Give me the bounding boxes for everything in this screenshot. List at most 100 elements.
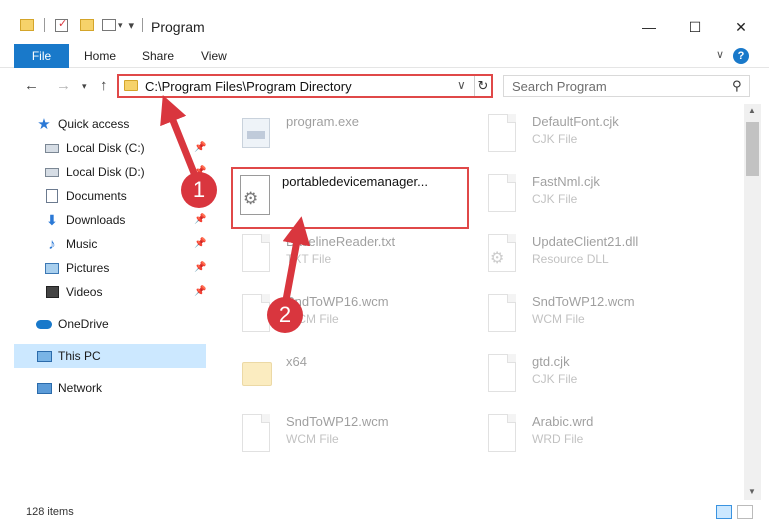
file-item[interactable]: gtd.cjk CJK File <box>476 348 716 400</box>
details-view-icon[interactable] <box>716 505 732 519</box>
sidebar-item-local-disk-c[interactable]: Local Disk (C:) 📌 <box>44 136 206 160</box>
cloud-icon <box>36 316 52 332</box>
folder-icon[interactable] <box>20 19 34 31</box>
file-name: SndToWP12.wcm <box>286 414 389 429</box>
sidebar-item-label: Downloads <box>66 213 126 227</box>
pin-icon[interactable]: 📌 <box>194 142 206 153</box>
scroll-up-icon[interactable]: ▲ <box>748 106 756 115</box>
sidebar-item-label: Local Disk (C:) <box>66 141 145 155</box>
close-button[interactable]: ✕ <box>718 12 764 42</box>
file-item[interactable]: ⚙ UpdateClient21.dll Resource DLL <box>476 228 716 280</box>
pin-icon[interactable]: 📌 <box>194 238 206 249</box>
up-arrow-icon[interactable]: ↑ <box>100 77 108 94</box>
address-bar[interactable]: C:\Program Files\Program Directory ∨ ↻ <box>117 74 493 98</box>
file-type: TXT File <box>286 252 332 266</box>
toolbar-separator <box>142 18 144 32</box>
chevron-down-icon[interactable]: ∨ <box>457 78 466 92</box>
help-button[interactable]: ? <box>733 48 749 64</box>
pin-icon[interactable]: 📌 <box>194 262 206 273</box>
file-name: gtd.cjk <box>532 354 570 369</box>
file-item[interactable]: BaselineReader.txt TXT File <box>230 228 470 280</box>
file-icon <box>238 412 272 456</box>
tab-view[interactable]: View <box>201 44 227 68</box>
file-icon <box>484 412 518 456</box>
tab-home[interactable]: Home <box>84 44 116 68</box>
scrollbar-thumb[interactable] <box>746 122 759 176</box>
refresh-icon[interactable]: ↻ <box>474 76 491 96</box>
drive-icon <box>44 164 60 180</box>
chevron-down-icon[interactable]: ▾ <box>118 20 123 31</box>
file-type: CJK File <box>532 372 578 386</box>
sidebar-item-quick-access[interactable]: ★ Quick access <box>36 112 228 136</box>
highlighted-file-item[interactable]: ⚙ portabledevicemanager... <box>231 167 469 229</box>
sidebar-item-music[interactable]: ♪ Music 📌 <box>44 232 206 256</box>
file-item[interactable]: SndToWP16.wcm WCM File <box>230 288 470 340</box>
new-folder-icon[interactable] <box>80 19 94 31</box>
properties-icon[interactable]: ✓ <box>55 18 68 32</box>
minimize-button[interactable]: — <box>626 12 672 42</box>
file-icon <box>484 172 518 216</box>
tab-file[interactable]: File <box>14 44 69 68</box>
sidebar-item-videos[interactable]: Videos 📌 <box>44 280 206 304</box>
vertical-scrollbar[interactable]: ▲ ▼ <box>744 104 761 500</box>
search-input[interactable] <box>512 79 722 94</box>
file-icon <box>484 352 518 396</box>
star-icon: ★ <box>37 116 51 133</box>
forward-arrow-icon[interactable]: → <box>56 77 71 94</box>
file-type: WCM File <box>532 312 585 326</box>
file-type: WCM File <box>286 432 339 446</box>
tab-share[interactable]: Share <box>142 44 174 68</box>
large-icons-view-icon[interactable] <box>737 505 753 519</box>
file-item[interactable]: program.exe <box>230 108 470 160</box>
dropdown-arrow-icon[interactable]: ▾ <box>129 19 135 32</box>
file-name: DefaultFont.cjk <box>532 114 619 129</box>
step-badge-2: 2 <box>267 297 303 333</box>
chevron-down-icon[interactable]: ∨ <box>716 48 724 61</box>
address-path[interactable]: C:\Program Files\Program Directory <box>145 79 352 94</box>
sidebar-item-label: Documents <box>66 189 127 203</box>
folder-item[interactable]: x64 <box>230 348 470 400</box>
sidebar-item-this-pc[interactable]: This PC <box>14 344 206 368</box>
item-count: 128 items <box>26 506 74 518</box>
file-item[interactable]: SndToWP12.wcm WCM File <box>476 288 716 340</box>
file-name: UpdateClient21.dll <box>532 234 639 249</box>
gear-icon: ⚙ <box>243 189 259 208</box>
sidebar-item-downloads[interactable]: ⬇ Downloads 📌 <box>44 208 206 232</box>
network-icon <box>36 380 52 396</box>
pin-icon[interactable]: 📌 <box>194 214 206 225</box>
toolbar-separator <box>44 18 45 32</box>
file-type: Resource DLL <box>532 252 609 266</box>
search-box[interactable]: ⚲ <box>503 75 750 97</box>
navigation-pane: ★ Quick access Local Disk (C:) 📌 Local D… <box>0 104 220 500</box>
file-item[interactable]: DefaultFont.cjk CJK File <box>476 108 716 160</box>
title-bar: ✓ ▾ ▾ Program — ☐ ✕ <box>0 0 769 40</box>
pin-icon[interactable]: 📌 <box>194 286 206 297</box>
drive-icon <box>44 140 60 156</box>
file-icon <box>484 112 518 156</box>
pictures-icon <box>44 260 60 276</box>
music-icon: ♪ <box>48 235 56 253</box>
folder-icon <box>124 80 138 91</box>
customize-toolbar-icon[interactable] <box>102 19 116 31</box>
sidebar-item-label: Music <box>66 237 98 251</box>
file-item[interactable]: SndToWP12.wcm WCM File <box>230 408 470 460</box>
file-name: BaselineReader.txt <box>286 234 396 249</box>
file-type: CJK File <box>532 132 578 146</box>
sidebar-item-network[interactable]: Network <box>36 376 206 400</box>
sidebar-item-onedrive[interactable]: OneDrive <box>36 312 206 336</box>
sidebar-item-label: OneDrive <box>58 317 109 331</box>
maximize-button[interactable]: ☐ <box>672 12 718 42</box>
file-item[interactable]: Arabic.wrd WRD File <box>476 408 716 460</box>
ribbon-tabs: File Home Share View ∨ ? <box>0 44 769 68</box>
sidebar-item-pictures[interactable]: Pictures 📌 <box>44 256 206 280</box>
recent-locations-chevron-icon[interactable]: ▾ <box>82 81 87 92</box>
file-item[interactable]: FastNml.cjk CJK File <box>476 168 716 220</box>
sidebar-item-label: Network <box>58 381 103 395</box>
search-icon[interactable]: ⚲ <box>732 78 742 94</box>
sidebar-item-label: This PC <box>58 349 101 363</box>
sidebar-item-local-disk-d[interactable]: Local Disk (D:) 📌 <box>44 160 206 184</box>
back-arrow-icon[interactable]: ← <box>24 77 39 94</box>
scroll-down-icon[interactable]: ▼ <box>748 487 756 496</box>
computer-icon <box>36 348 52 364</box>
sidebar-item-label: Quick access <box>58 117 130 131</box>
